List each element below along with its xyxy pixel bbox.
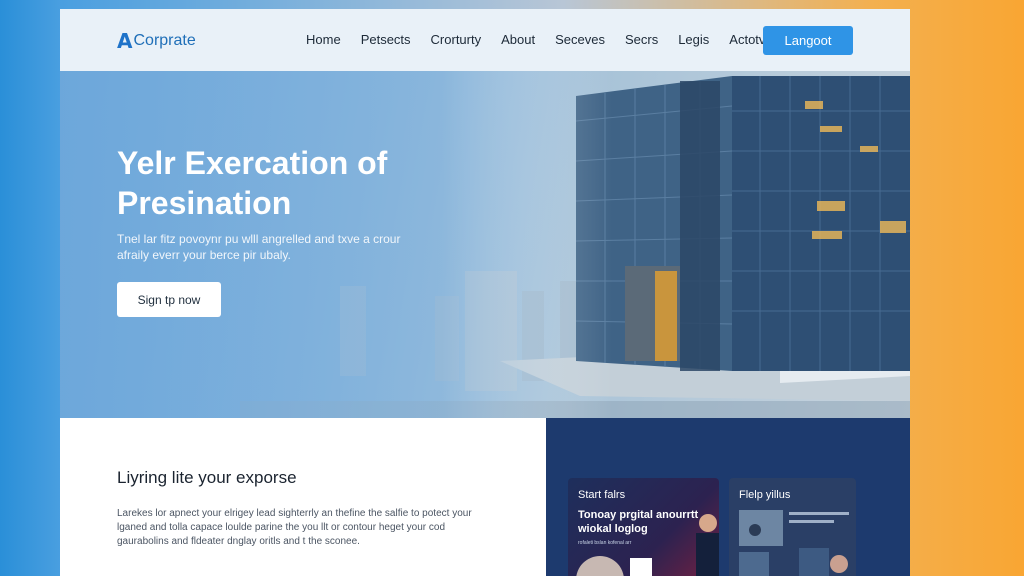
news-card-1[interactable]: Start falrs Tonoay prgital anourrtt wiok… bbox=[568, 478, 719, 576]
nav-link-legis[interactable]: Legis bbox=[678, 32, 709, 47]
card-label: Start falrs bbox=[578, 489, 626, 501]
signup-button[interactable]: Sign tp now bbox=[117, 282, 221, 317]
brand-logo[interactable]: A Corprate bbox=[117, 29, 196, 53]
top-navbar: A Corprate Home Petsects Crorturty About… bbox=[60, 9, 910, 71]
nav-link-activity[interactable]: Actotv bbox=[729, 32, 765, 47]
nav-link-about[interactable]: About bbox=[501, 32, 535, 47]
hero-subtitle: Tnel lar fitz povoynr pu wlll angrelled … bbox=[117, 232, 401, 262]
card-caption: rofaleti bslan kofenal arr bbox=[578, 540, 632, 546]
nav-link-country[interactable]: Crorturty bbox=[431, 32, 482, 47]
cards-section: Start falrs Tonoay prgital anourrtt wiok… bbox=[546, 418, 910, 576]
news-card-2[interactable]: Flelp yillus bbox=[729, 478, 856, 576]
section-body: Larekes lor apnect your elrigey lead sig… bbox=[117, 508, 472, 547]
hero-section: Yelr Exercation of Presination Tnel lar … bbox=[60, 71, 910, 418]
card-heading: Tonoay prgital anourrtt wiokal loglog bbox=[578, 509, 699, 535]
feature-text-section: Liyring lite your exporse Larekes lor ap… bbox=[60, 418, 546, 576]
web-page: A Corprate Home Petsects Crorturty About… bbox=[60, 9, 910, 576]
nav-links: Home Petsects Crorturty About Seceves Se… bbox=[306, 32, 785, 47]
card-label: Flelp yillus bbox=[739, 489, 791, 501]
nav-link-secrs[interactable]: Secrs bbox=[625, 32, 658, 47]
section-title: Liyring lite your exporse bbox=[117, 468, 297, 487]
login-button[interactable]: Langoot bbox=[763, 26, 853, 55]
logo-a-icon: A bbox=[117, 29, 133, 53]
hero-title: Yelr Exercation of Presination bbox=[117, 145, 388, 221]
nav-link-home[interactable]: Home bbox=[306, 32, 341, 47]
logo-text: Corprate bbox=[133, 32, 196, 49]
nav-link-services[interactable]: Seceves bbox=[555, 32, 605, 47]
nav-link-products[interactable]: Petsects bbox=[361, 32, 411, 47]
